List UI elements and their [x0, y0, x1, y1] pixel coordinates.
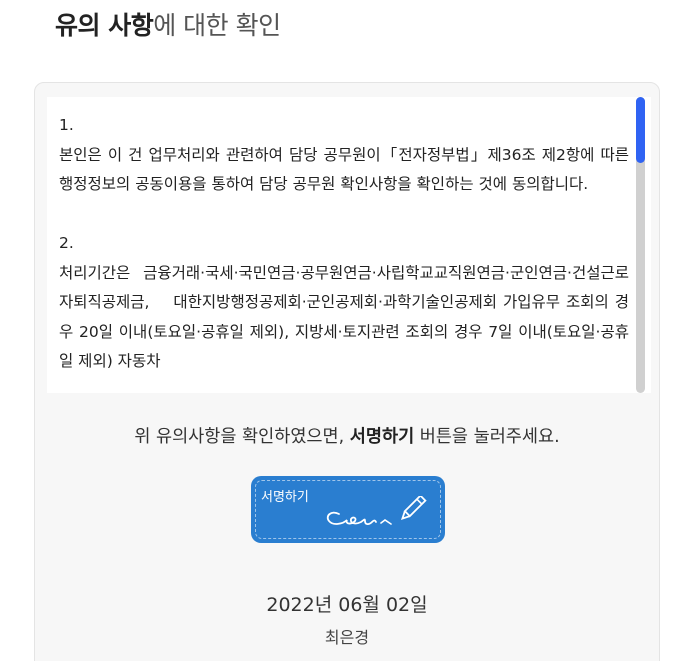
- page-title-rest: 에 대한 확인: [153, 11, 281, 40]
- terms-item-2-text: 처리기간은 금융거래·국세·국민연금·공무원연금·사립학교교직원연금·군인연금·…: [59, 263, 629, 371]
- consent-page: 유의 사항에 대한 확인 1. 본인은 이 건 업무처리와 관련하여 담당 공무…: [0, 0, 687, 661]
- page-title: 유의 사항에 대한 확인: [55, 8, 281, 44]
- terms-item-1-text: 본인은 이 건 업무처리와 관련하여 담당 공무원이「전자정부법」제36조 제2…: [59, 145, 634, 194]
- terms-scrollbar[interactable]: [636, 97, 645, 393]
- instruction-bold: 서명하기: [349, 427, 415, 447]
- terms-scrollbar-thumb[interactable]: [636, 97, 645, 163]
- terms-gap: [59, 200, 629, 230]
- consent-card: 1. 본인은 이 건 업무처리와 관련하여 담당 공무원이「전자정부법」제36조…: [34, 82, 660, 661]
- sign-instruction: 위 유의사항을 확인하였으면, 서명하기 버튼을 눌러주세요.: [35, 423, 659, 448]
- instruction-before: 위 유의사항을 확인하였으면,: [134, 427, 350, 447]
- instruction-after: 버튼을 눌러주세요.: [414, 427, 560, 447]
- terms-scroll-box[interactable]: 1. 본인은 이 건 업무처리와 관련하여 담당 공무원이「전자정부법」제36조…: [47, 97, 651, 393]
- terms-item-2-number: 2.: [59, 234, 74, 252]
- signature-date: 2022년 06월 02일: [266, 594, 428, 616]
- sign-button-label: 서명하기: [261, 490, 309, 505]
- signer-name: 최은경: [324, 628, 370, 647]
- terms-item-1-number: 1.: [59, 116, 74, 134]
- signature-pen-icon: [326, 496, 427, 526]
- terms-content: 1. 본인은 이 건 업무처리와 관련하여 담당 공무원이「전자정부법」제36조…: [59, 111, 629, 377]
- sign-button[interactable]: 서명하기: [251, 476, 445, 543]
- page-title-bold: 유의 사항: [55, 11, 154, 40]
